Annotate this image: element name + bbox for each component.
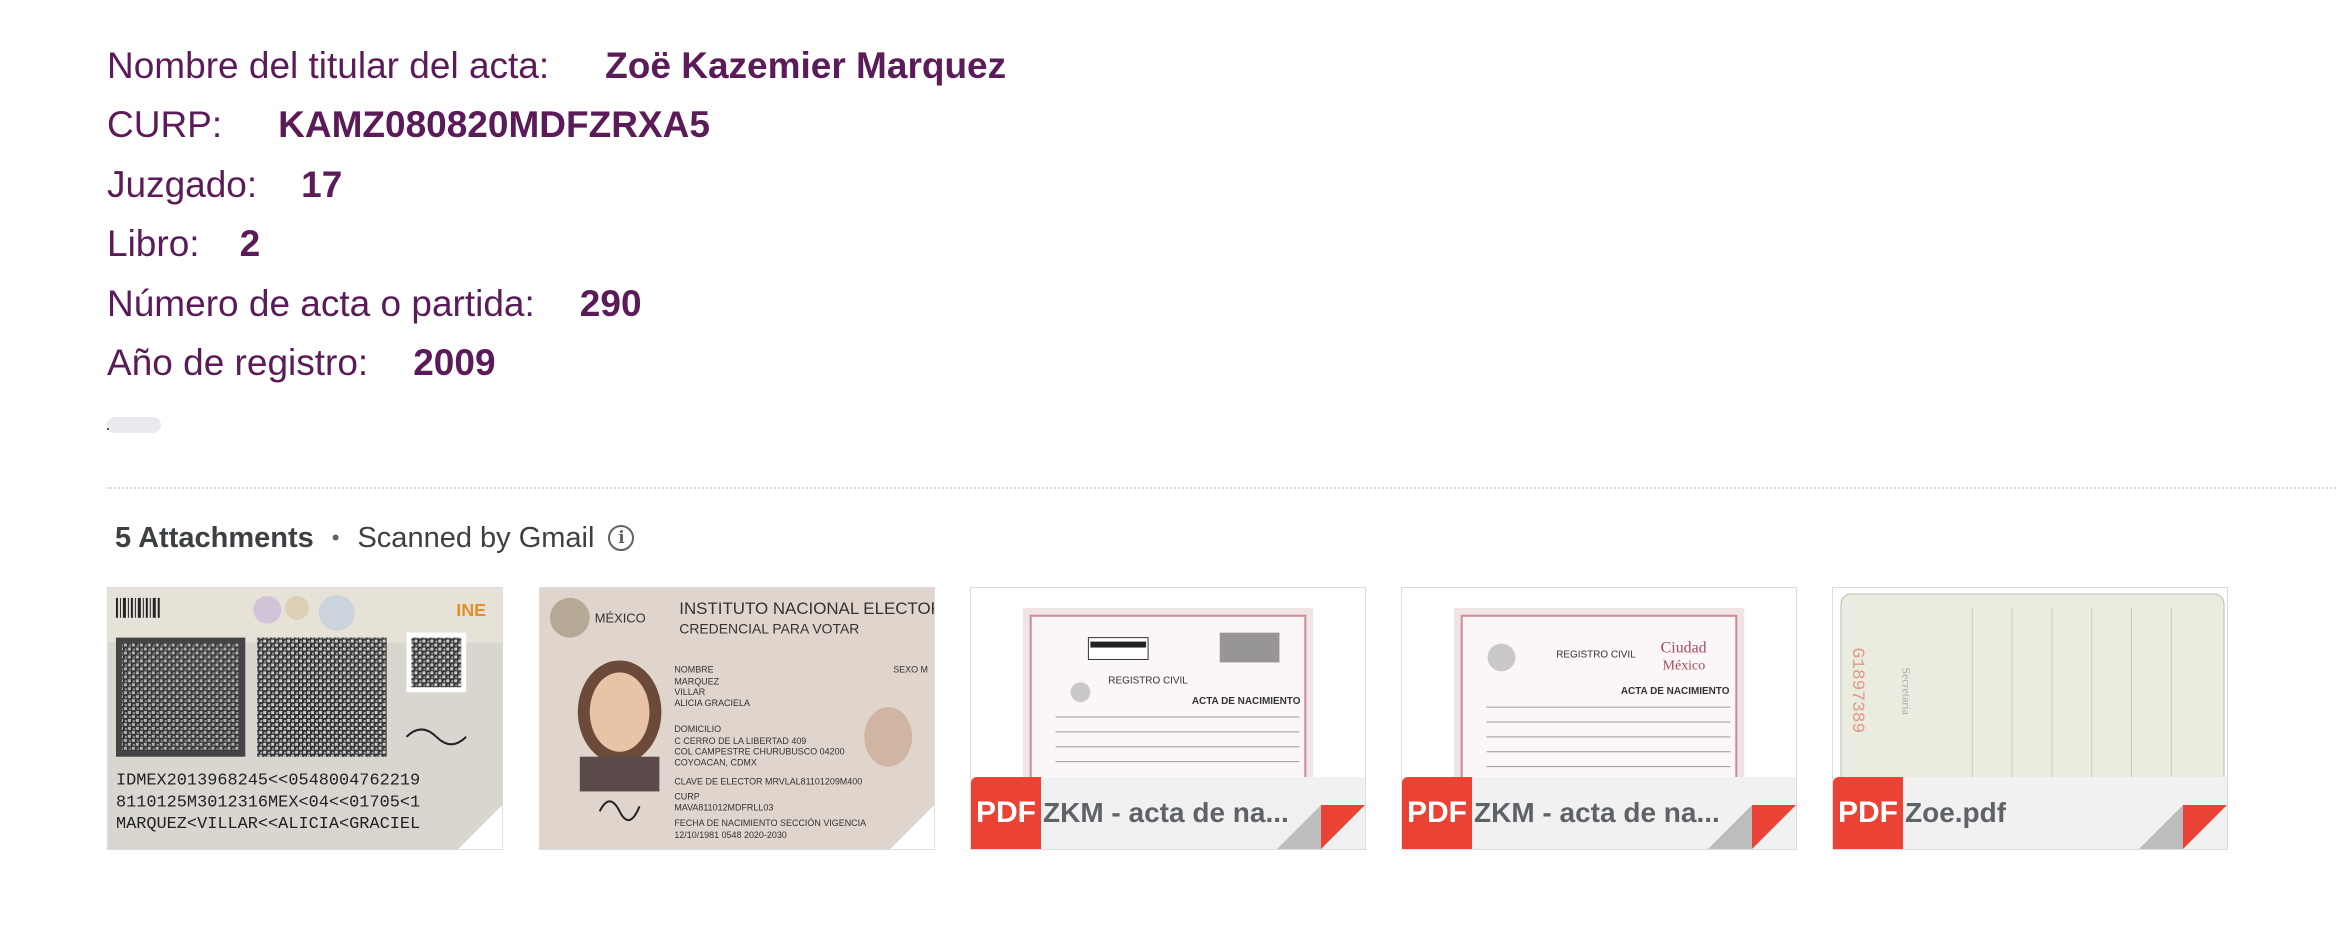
field-label: Libro: [107, 223, 200, 265]
svg-text:Ciudad: Ciudad [1661, 640, 1707, 657]
svg-text:REGISTRO CIVIL: REGISTRO CIVIL [1556, 649, 1636, 660]
attachment-card[interactable]: REGISTRO CIVIL Ciudad México ACTA DE NAC… [1401, 587, 1797, 850]
card-country: MÉXICO [595, 611, 646, 626]
attachment-card[interactable]: G1897389 Secretaría PDF Zoe.pdf [1832, 587, 2228, 850]
attachments-header: 5 Attachments • Scanned by Gmail i [115, 518, 635, 558]
svg-text:G1897389: G1897389 [1847, 648, 1867, 734]
svg-text:MARQUEZ<VILLAR<<ALICIA<GRACIEL: MARQUEZ<VILLAR<<ALICIA<GRACIEL [116, 815, 420, 834]
attachment-filename: ZKM - acta de na... [1043, 797, 1289, 828]
svg-text:MAVA811012MDFRLL03: MAVA811012MDFRLL03 [674, 802, 773, 812]
card-subtitle: CREDENCIAL PARA VOTAR [679, 621, 859, 637]
field-value: 2009 [413, 342, 496, 384]
header-separator: • [331, 525, 340, 550]
field-label: Juzgado: [107, 163, 258, 205]
fold-corner [1708, 805, 1752, 849]
svg-text:DOMICILIO: DOMICILIO [674, 724, 721, 734]
field-row-juzgado: Juzgado: 17 [107, 155, 1006, 215]
fold-corner [2183, 805, 2227, 849]
fold-corner [2139, 805, 2183, 849]
svg-text:CURP: CURP [674, 791, 699, 801]
fold-corner [458, 805, 502, 849]
attachment-card[interactable]: INE IDMEX2013968245<<0548004762219 81101… [107, 587, 503, 850]
field-label: CURP: [107, 104, 223, 146]
id-card-back-thumbnail: INE IDMEX2013968245<<0548004762219 81101… [108, 588, 502, 849]
attachment-filename: ZKM - acta de na... [1474, 797, 1720, 828]
svg-text:FECHA DE NACIMIENTO SECCIÓN: FECHA DE NACIMIENTO SECCIÓN VIGENCIA [674, 818, 866, 828]
fold-corner [890, 805, 934, 849]
svg-text:Secretaría: Secretaría [1900, 667, 1914, 715]
pdf-icon: PDF [971, 777, 1041, 849]
field-value: 2 [239, 223, 261, 265]
fold-corner [1321, 805, 1365, 849]
attachments-divider [107, 487, 2336, 489]
svg-text:8110125M3012316MEX<04<<01705<1: 8110125M3012316MEX<04<<01705<1 [116, 793, 420, 812]
svg-text:12/10/1981: 12/10/1981 0548 2020-2030 [674, 830, 786, 840]
field-row-anio-registro: Año de registro: 2009 [107, 334, 1006, 394]
card-title: INSTITUTO NACIONAL ELECTORAL [679, 599, 934, 618]
attachments-count: 5 Attachments [115, 521, 314, 554]
svg-text:ALICIA GRACIELA: ALICIA GRACIELA [674, 698, 750, 708]
trimmed-dot [107, 428, 109, 430]
svg-text:COYOACAN, CDMX: COYOACAN, CDMX [674, 758, 757, 768]
field-label: Año de registro: [107, 342, 369, 384]
svg-text:COL CAMPESTRE CHURUBUSCO 04200: COL CAMPESTRE CHURUBUSCO 04200 [674, 747, 844, 757]
field-label: Número de acta o partida: [107, 282, 535, 324]
show-trimmed-content-button[interactable] [107, 417, 161, 433]
svg-text:C CERRO DE LA LIBERTAD 409: C CERRO DE LA LIBERTAD 409 [674, 736, 806, 746]
svg-text:ACTA DE NACIMIENTO: ACTA DE NACIMIENTO [1621, 686, 1730, 697]
field-value: 290 [579, 282, 642, 324]
pdf-icon: PDF [1402, 777, 1472, 849]
svg-text:REGISTRO CIVIL: REGISTRO CIVIL [1108, 675, 1188, 686]
field-value: 17 [301, 163, 343, 205]
attachment-filename: Zoe.pdf [1905, 797, 2007, 828]
field-value: Zoë Kazemier Marquez [605, 44, 1007, 86]
info-icon[interactable]: i [608, 525, 635, 551]
svg-text:SEXO M: SEXO M [893, 664, 928, 674]
attachment-card[interactable]: MÉXICO INSTITUTO NACIONAL ELECTORAL CRED… [539, 587, 935, 850]
field-value: KAMZ080820MDFZRXA5 [278, 104, 710, 146]
field-row-libro: Libro: 2 [107, 215, 1006, 275]
pdf-icon: PDF [1833, 777, 1903, 849]
attachment-card[interactable]: REGISTRO CIVIL ACTA DE NACIMIENTO PDF ZK… [970, 587, 1366, 850]
field-row-curp: CURP: KAMZ080820MDFZRXA5 [107, 96, 1006, 156]
svg-text:VILLAR: VILLAR [674, 687, 705, 697]
field-label: Nombre del titular del acta: [107, 44, 550, 86]
svg-text:INE: INE [456, 600, 486, 620]
svg-text:CLAVE DE ELECTOR MRVLAL811012: CLAVE DE ELECTOR MRVLAL81101209M400 [674, 777, 862, 787]
field-row-nombre: Nombre del titular del acta: Zoë Kazemie… [107, 36, 1006, 96]
svg-text:México: México [1663, 658, 1706, 673]
svg-text:NOMBRE: NOMBRE [674, 664, 713, 674]
fold-corner [1752, 805, 1796, 849]
certificate-details: Nombre del titular del acta: Zoë Kazemie… [107, 36, 1006, 393]
svg-text:MARQUEZ: MARQUEZ [674, 676, 719, 686]
id-card-front-thumbnail: MÉXICO INSTITUTO NACIONAL ELECTORAL CRED… [540, 588, 934, 849]
field-row-numero-acta: Número de acta o partida: 290 [107, 274, 1006, 334]
fold-corner [1277, 805, 1321, 849]
svg-text:ACTA DE NACIMIENTO: ACTA DE NACIMIENTO [1192, 696, 1301, 707]
scanned-by-gmail-label: Scanned by Gmail [357, 521, 595, 554]
mrz-line: IDMEX2013968245<<0548004762219 [116, 772, 420, 791]
